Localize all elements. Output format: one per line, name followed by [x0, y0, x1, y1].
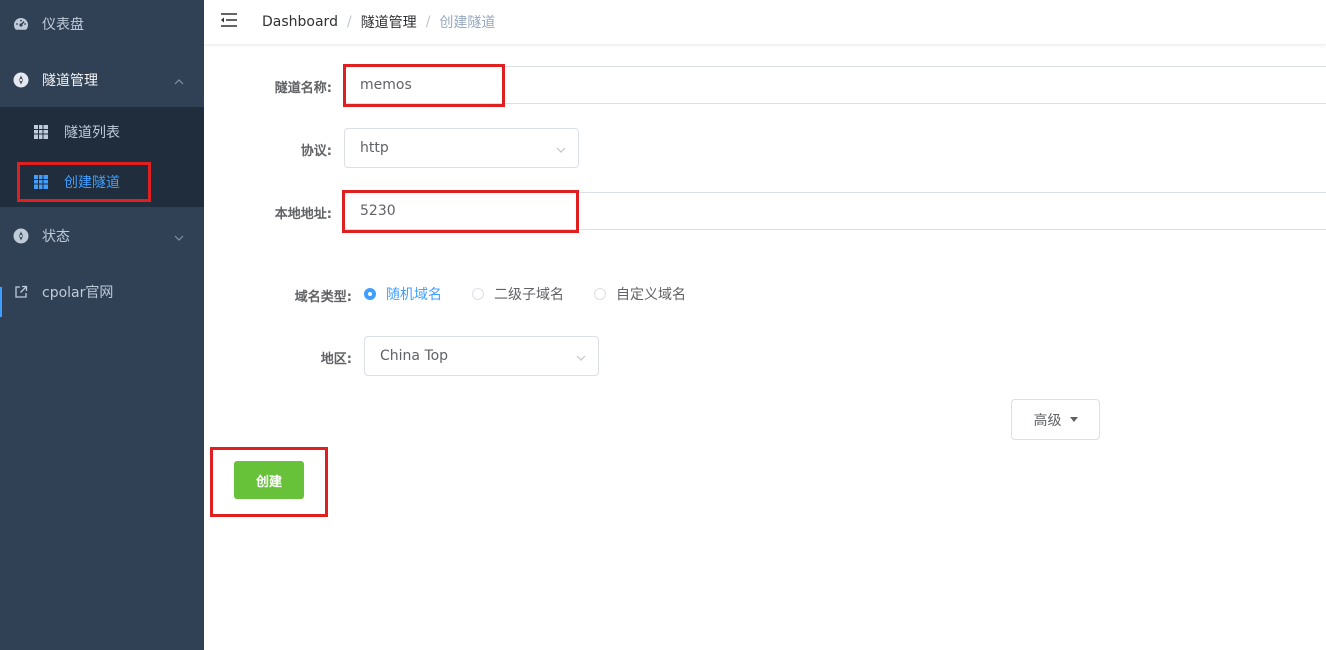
external-link-icon	[13, 284, 29, 300]
circle-nav-icon	[13, 72, 29, 88]
caret-down-icon	[1069, 417, 1078, 422]
breadcrumb-dashboard[interactable]: Dashboard	[262, 14, 338, 30]
region-value: China Top	[380, 348, 449, 364]
sidebar-item-cpolar-website[interactable]: cpolar官网	[0, 264, 204, 320]
sidebar-item-dashboard[interactable]: 仪表盘	[0, 0, 204, 52]
menu-fold-icon[interactable]	[220, 12, 238, 28]
tunnel-name-label: 隧道名称:	[274, 81, 332, 96]
header: Dashboard / 隧道管理 / 创建隧道	[204, 0, 1326, 45]
sidebar-item-tunnel-management[interactable]: 隧道管理	[0, 52, 204, 108]
sidebar-item-label: 创建隧道	[64, 175, 120, 191]
sidebar-item-label: 隧道列表	[64, 125, 120, 141]
protocol-select[interactable]: http	[344, 128, 579, 168]
region-label: 地区:	[320, 352, 352, 367]
domain-type-label: 域名类型:	[294, 290, 352, 305]
sidebar-item-tunnel-list[interactable]: 隧道列表	[0, 107, 204, 157]
submenu: 隧道列表 创建隧道	[0, 107, 204, 207]
create-button[interactable]: 创建	[234, 461, 304, 499]
chevron-down-icon	[556, 143, 566, 153]
radio-label: 随机域名	[386, 287, 442, 303]
breadcrumb-tunnel-management[interactable]: 隧道管理	[361, 12, 417, 32]
table-icon	[34, 125, 48, 139]
breadcrumb-separator: /	[425, 14, 431, 30]
radio-label: 二级子域名	[494, 287, 564, 303]
protocol-value: http	[360, 140, 389, 156]
advanced-button[interactable]: 高级	[1011, 399, 1100, 440]
chevron-up-icon	[174, 75, 184, 85]
sidebar-item-label: 仪表盘	[42, 17, 84, 33]
chevron-down-icon	[576, 351, 586, 361]
create-label: 创建	[255, 474, 282, 490]
radio-random-domain[interactable]: 随机域名	[364, 284, 442, 304]
breadcrumb-separator: /	[346, 14, 352, 30]
protocol-label: 协议:	[300, 144, 332, 159]
local-address-value: 5230	[360, 203, 396, 219]
sidebar-item-status[interactable]: 状态	[0, 208, 204, 264]
sidebar-item-label: cpolar官网	[42, 285, 114, 301]
advanced-label: 高级	[1033, 412, 1062, 429]
sidebar-item-label: 隧道管理	[42, 73, 98, 89]
table-icon	[34, 175, 48, 189]
radio-indicator	[364, 288, 376, 300]
radio-custom-domain[interactable]: 自定义域名	[594, 284, 686, 304]
local-address-input[interactable]: 5230	[344, 192, 1326, 230]
tunnel-name-input[interactable]: memos	[344, 66, 1326, 104]
dashboard-icon	[13, 16, 29, 32]
domain-type-radio-group: 随机域名 二级子域名 自定义域名	[364, 284, 716, 304]
radio-subdomain[interactable]: 二级子域名	[472, 284, 564, 304]
circle-nav-icon	[13, 228, 29, 244]
region-select[interactable]: China Top	[364, 336, 599, 376]
sidebar-item-create-tunnel[interactable]: 创建隧道	[0, 157, 204, 207]
chevron-down-icon	[174, 231, 184, 241]
radio-indicator	[472, 288, 484, 300]
breadcrumb-current: 创建隧道	[439, 15, 496, 31]
sidebar: 仪表盘 隧道管理 隧道列表 创建隧道 状态 cpolar官网	[0, 0, 204, 650]
radio-indicator	[594, 288, 606, 300]
sidebar-item-label: 状态	[42, 229, 70, 245]
breadcrumb: Dashboard / 隧道管理 / 创建隧道	[262, 12, 495, 32]
local-address-label: 本地地址:	[274, 207, 332, 222]
tunnel-name-value: memos	[360, 77, 412, 93]
radio-label: 自定义域名	[616, 287, 686, 303]
